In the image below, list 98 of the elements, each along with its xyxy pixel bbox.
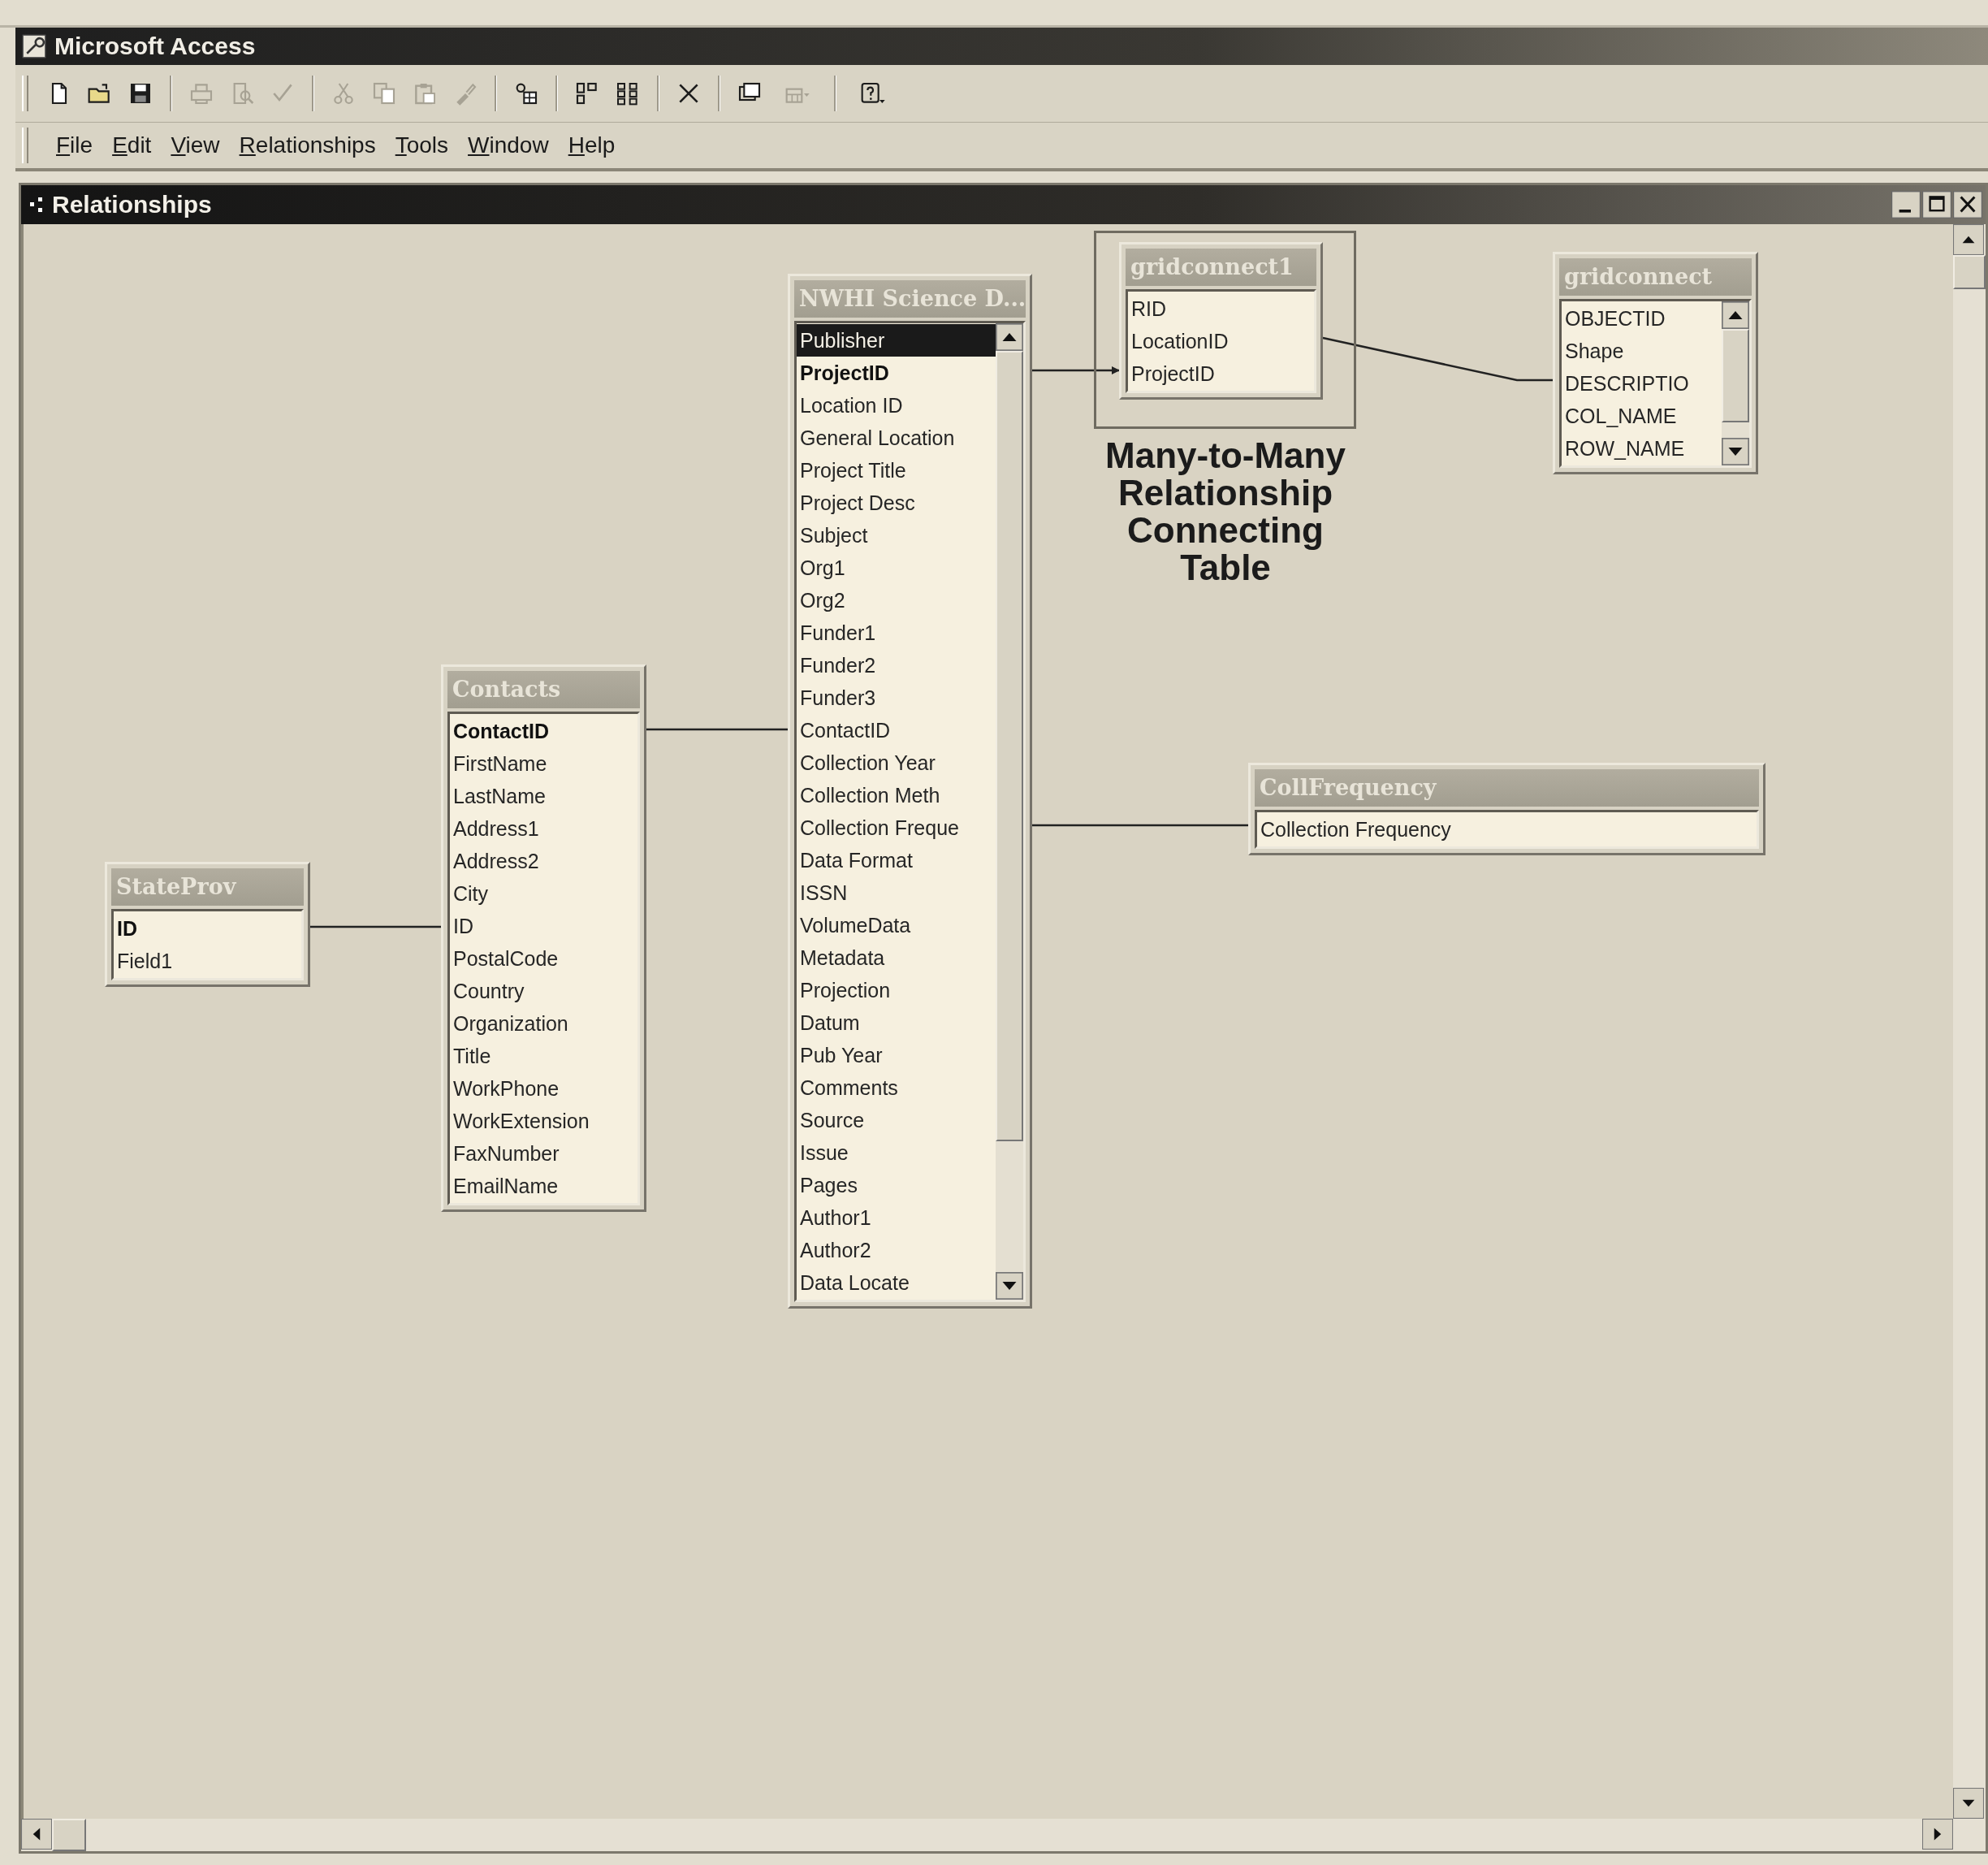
field-item[interactable]: Metadata: [797, 941, 996, 974]
field-item[interactable]: FaxNumber: [450, 1137, 637, 1170]
table-title: NWHI Science D...: [794, 280, 1026, 318]
field-item[interactable]: OBJECTID: [1562, 302, 1722, 335]
field-item[interactable]: ID: [114, 912, 301, 945]
menu-item[interactable]: Edit: [112, 132, 152, 158]
menu-item[interactable]: Tools: [395, 132, 449, 158]
horizontal-scrollbar[interactable]: [21, 1819, 1986, 1851]
field-item[interactable]: Org2: [797, 584, 996, 617]
table-title: CollFrequency: [1255, 769, 1759, 807]
field-item[interactable]: DESCRIPTIO: [1562, 367, 1722, 400]
field-item[interactable]: Subject: [797, 519, 996, 552]
menu-item[interactable]: Window: [468, 132, 549, 158]
toolbar-grip[interactable]: [22, 76, 28, 111]
table-window[interactable]: gridconnect OBJECTID Shape DESCRIPTIO COL_NAME ROW_NAME: [1553, 252, 1758, 474]
scroll-up-button[interactable]: [1722, 301, 1749, 329]
table-window[interactable]: StateProv ID Field1: [105, 862, 310, 987]
list-scrollbar[interactable]: [996, 323, 1023, 1300]
field-item[interactable]: Publisher: [797, 324, 996, 357]
list-scrollbar[interactable]: [1722, 301, 1749, 465]
scroll-down-button[interactable]: [1953, 1788, 1984, 1819]
table-window[interactable]: gridconnect1 RID LocationID ProjectID: [1119, 242, 1323, 400]
field-item[interactable]: Funder2: [797, 649, 996, 682]
scroll-down-button[interactable]: [996, 1272, 1023, 1300]
field-item[interactable]: PostalCode: [450, 942, 637, 975]
field-item[interactable]: Collection Year: [797, 746, 996, 779]
field-item[interactable]: ROW_NAME: [1562, 432, 1722, 465]
field-item[interactable]: Collection Meth: [797, 779, 996, 811]
table-window[interactable]: Contacts ContactID FirstName LastName Address1 Address2 City ID PostalCode Country Organization Title WorkPhone WorkExtension FaxNumber EmailName: [441, 664, 646, 1212]
field-item[interactable]: COL_NAME: [1562, 400, 1722, 432]
field-item[interactable]: Author2: [797, 1234, 996, 1266]
field-item[interactable]: Project Title: [797, 454, 996, 487]
field-item[interactable]: Datum: [797, 1006, 996, 1039]
minimize-button[interactable]: [1891, 191, 1921, 219]
field-item[interactable]: Field1: [114, 945, 301, 977]
field-item[interactable]: General Location: [797, 422, 996, 454]
field-item[interactable]: Data Locate: [797, 1266, 996, 1299]
field-item[interactable]: ISSN: [797, 876, 996, 909]
menu-item[interactable]: File: [56, 132, 93, 158]
field-item[interactable]: Comments: [797, 1071, 996, 1104]
scroll-up-button[interactable]: [1953, 224, 1984, 255]
field-item[interactable]: Issue: [797, 1136, 996, 1169]
field-item[interactable]: Author1: [797, 1201, 996, 1234]
menu-item[interactable]: Relationships: [239, 132, 376, 158]
table-title: StateProv: [111, 868, 304, 906]
app-title: Microsoft Access: [54, 32, 256, 60]
field-item[interactable]: Pub Year: [797, 1039, 996, 1071]
field-item[interactable]: EmailName: [450, 1170, 637, 1202]
field-item[interactable]: VolumeData: [797, 909, 996, 941]
field-item[interactable]: RID: [1128, 292, 1314, 325]
field-item[interactable]: Source: [797, 1104, 996, 1136]
field-item[interactable]: Location ID: [797, 389, 996, 422]
field-item[interactable]: Address1: [450, 812, 637, 845]
table-window[interactable]: CollFrequency Collection Frequency: [1248, 763, 1765, 855]
field-item[interactable]: Title: [450, 1040, 637, 1072]
field-item[interactable]: ContactID: [450, 715, 637, 747]
field-item[interactable]: Projection: [797, 974, 996, 1006]
scroll-thumb[interactable]: [996, 351, 1023, 1141]
scroll-up-button[interactable]: [996, 323, 1023, 351]
field-item[interactable]: Shape: [1562, 335, 1722, 367]
field-item[interactable]: Funder1: [797, 617, 996, 649]
menu-item[interactable]: Help: [568, 132, 616, 158]
field-item[interactable]: Project Desc: [797, 487, 996, 519]
field-item[interactable]: Funder3: [797, 682, 996, 714]
annotation-label: Many-to-Many Relationship Connecting Table: [1104, 437, 1346, 586]
field-item[interactable]: LocationID: [1128, 325, 1314, 357]
field-item[interactable]: ProjectID: [1128, 357, 1314, 390]
scroll-thumb[interactable]: [1722, 329, 1749, 423]
scroll-down-button[interactable]: [1722, 438, 1749, 465]
scroll-right-button[interactable]: [1922, 1819, 1953, 1850]
field-item[interactable]: Pages: [797, 1169, 996, 1201]
field-item[interactable]: FirstName: [450, 747, 637, 780]
maximize-button[interactable]: [1922, 191, 1951, 219]
field-item[interactable]: Collection Freque: [797, 811, 996, 844]
field-item[interactable]: ID: [450, 910, 637, 942]
close-button[interactable]: [1953, 191, 1982, 219]
field-item[interactable]: Data Format: [797, 844, 996, 876]
table-title: gridconnect1: [1126, 249, 1316, 286]
window-title: Relationships: [52, 191, 213, 219]
table-title: gridconnect: [1559, 258, 1752, 296]
table-title: Contacts: [447, 671, 640, 708]
field-item[interactable]: ProjectID: [797, 357, 996, 389]
field-item[interactable]: Country: [450, 975, 637, 1007]
field-item[interactable]: City: [450, 877, 637, 910]
field-item[interactable]: Org1: [797, 552, 996, 584]
field-item[interactable]: WorkPhone: [450, 1072, 637, 1105]
scroll-thumb[interactable]: [1953, 255, 1986, 289]
field-item[interactable]: ContactID: [797, 714, 996, 746]
field-item[interactable]: Organization: [450, 1007, 637, 1040]
menu-bar-grip[interactable]: [22, 128, 28, 163]
menu-item[interactable]: View: [171, 132, 220, 158]
scroll-thumb[interactable]: [52, 1819, 86, 1851]
scroll-left-button[interactable]: [21, 1819, 52, 1850]
field-item[interactable]: Collection Frequency: [1257, 813, 1757, 846]
field-item[interactable]: WorkExtension: [450, 1105, 637, 1137]
vertical-scrollbar[interactable]: [1953, 224, 1986, 1819]
field-item[interactable]: LastName: [450, 780, 637, 812]
field-item[interactable]: Address2: [450, 845, 637, 877]
